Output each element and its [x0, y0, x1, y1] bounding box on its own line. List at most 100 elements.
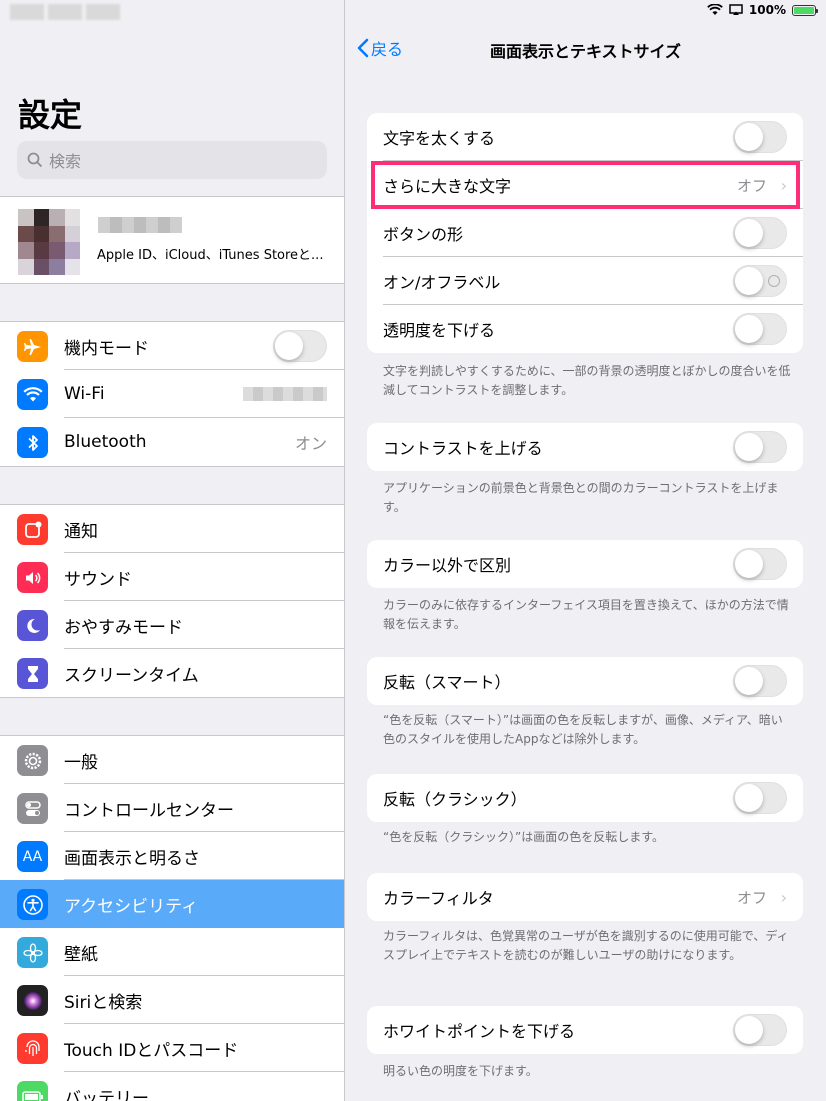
section-classic-invert: 反転（クラシック）	[367, 774, 803, 822]
increase-contrast-toggle[interactable]	[733, 431, 787, 463]
sidebar-item-touch-id-passcode[interactable]: Touch IDとパスコード	[0, 1024, 344, 1072]
sidebar-item-label: おやすみモード	[64, 617, 183, 638]
battery-icon	[792, 4, 818, 16]
fingerprint-icon	[17, 1033, 48, 1064]
bluetooth-icon	[17, 427, 48, 458]
reduce-transparency-row[interactable]: 透明度を下げる	[367, 305, 803, 353]
screen-mirroring-icon	[729, 4, 743, 15]
row-label: 反転（スマート）	[383, 673, 511, 692]
row-label: カラー以外で区別	[383, 556, 512, 575]
sidebar-item-airplane-mode[interactable]: 機内モード	[0, 322, 344, 370]
airplane-icon	[17, 331, 48, 362]
sidebar-item-control-center[interactable]: コントロールセンター	[0, 784, 344, 832]
sidebar-item-display-brightness[interactable]: AA 画面表示と明るさ	[0, 832, 344, 880]
section-smart-invert: 反転（スマート）	[367, 657, 803, 705]
section-footer: 明るい色の明度を下げます。	[383, 1064, 538, 1078]
status-right: 100%	[707, 3, 818, 17]
sidebar-item-label: Touch IDとパスコード	[64, 1040, 239, 1061]
search-input[interactable]: 検索	[17, 141, 327, 179]
section-color-filters: カラーフィルタ オフ ›	[367, 873, 803, 921]
section-footer: 文字を判読しやすくするために、一部の背景の透明度とぼかしの度合いを低減してコント…	[383, 364, 791, 397]
sidebar-item-label: バッテリー	[64, 1088, 149, 1101]
row-label: コントラストを上げる	[383, 439, 543, 458]
search-icon	[27, 152, 43, 168]
sidebar-item-label: Bluetooth	[64, 432, 147, 452]
differentiate-without-color-toggle[interactable]	[733, 548, 787, 580]
bold-text-row[interactable]: 文字を太くする	[367, 113, 803, 161]
page-title: 画面表示とテキストサイズ	[489, 42, 682, 61]
classic-invert-toggle[interactable]	[733, 782, 787, 814]
battery-settings-icon	[17, 1081, 48, 1101]
sidebar-group-notifications: 通知 サウンド おやすみモード スクリーンタイム	[0, 504, 344, 698]
row-label: 反転（クラシック）	[383, 790, 527, 809]
section-footer: アプリケーションの前景色と背景色との間のカラーコントラストを上げます。	[383, 481, 779, 514]
on-off-labels-row[interactable]: オン/オフラベル	[367, 257, 803, 305]
sidebar-item-label: スクリーンタイム	[64, 665, 199, 686]
sidebar-item-general[interactable]: 一般	[0, 736, 344, 784]
row-label: 文字を太くする	[383, 129, 496, 148]
switches-icon	[17, 793, 48, 824]
classic-invert-row[interactable]: 反転（クラシック）	[367, 774, 803, 822]
sidebar-item-sounds[interactable]: サウンド	[0, 553, 344, 601]
reduce-transparency-toggle[interactable]	[733, 313, 787, 345]
sidebar-item-siri-search[interactable]: Siriと検索	[0, 976, 344, 1024]
wifi-status-icon	[707, 4, 723, 15]
sidebar-item-label: 画面表示と明るさ	[64, 848, 200, 869]
increase-contrast-row[interactable]: コントラストを上げる	[367, 423, 803, 471]
sidebar-item-notifications[interactable]: 通知	[0, 505, 344, 553]
airplane-mode-toggle[interactable]	[273, 330, 327, 362]
reduce-white-point-toggle[interactable]	[733, 1014, 787, 1046]
section-contrast: コントラストを上げる	[367, 423, 803, 471]
bluetooth-status: オン	[294, 434, 327, 453]
row-label: ボタンの形	[383, 225, 464, 244]
row-label: さらに大きな文字	[383, 177, 512, 196]
sidebar-item-label: 一般	[64, 752, 98, 773]
sidebar-item-label: 機内モード	[64, 338, 149, 359]
sidebar-item-wallpaper[interactable]: 壁紙	[0, 928, 344, 976]
speaker-icon	[17, 562, 48, 593]
sidebar-item-screen-time[interactable]: スクリーンタイム	[0, 649, 344, 697]
nav-bar: 戻る 画面表示とテキストサイズ	[345, 22, 826, 72]
button-shapes-row[interactable]: ボタンの形	[367, 209, 803, 257]
button-shapes-toggle[interactable]	[733, 217, 787, 249]
smart-invert-toggle[interactable]	[733, 665, 787, 697]
profile-subtitle: Apple ID、iCloud、iTunes Storeと...	[97, 248, 324, 263]
sidebar-item-bluetooth[interactable]: Bluetooth オン	[0, 418, 344, 466]
larger-text-row[interactable]: さらに大きな文字 オフ ›	[367, 161, 803, 209]
settings-sidebar: 設定 検索 Apple ID、iCloud、iTunes Storeと... 機…	[0, 0, 345, 1101]
chevron-right-icon: ›	[780, 887, 787, 907]
moon-icon	[17, 610, 48, 641]
row-label: 透明度を下げる	[383, 321, 496, 340]
sidebar-item-accessibility[interactable]: アクセシビリティ	[0, 880, 344, 928]
sidebar-item-wifi[interactable]: Wi-Fi	[0, 370, 344, 418]
sidebar-item-label: アクセシビリティ	[64, 896, 199, 917]
sidebar-group-general: 一般 コントロールセンター AA 画面表示と明るさ アクセシビリティ 壁紙 Si…	[0, 735, 344, 1101]
row-label: カラーフィルタ	[383, 889, 494, 908]
gear-icon	[17, 745, 48, 776]
sidebar-item-label: Wi-Fi	[64, 384, 105, 404]
flower-icon	[17, 937, 48, 968]
text-size-icon: AA	[17, 841, 48, 872]
sidebar-item-label: Siriと検索	[64, 992, 143, 1013]
differentiate-without-color-row[interactable]: カラー以外で区別	[367, 540, 803, 588]
section-footer: “色を反転（クラシック）”は画面の色を反転します。	[383, 830, 664, 844]
accessibility-icon	[17, 889, 48, 920]
sidebar-item-do-not-disturb[interactable]: おやすみモード	[0, 601, 344, 649]
status-bar: 100%	[0, 0, 826, 22]
on-off-labels-toggle[interactable]	[733, 265, 787, 297]
sidebar-item-label: 通知	[64, 521, 98, 542]
section-differentiate: カラー以外で区別	[367, 540, 803, 588]
avatar	[18, 209, 80, 275]
smart-invert-row[interactable]: 反転（スマート）	[367, 657, 803, 705]
apple-id-profile[interactable]: Apple ID、iCloud、iTunes Storeと...	[0, 196, 344, 284]
sidebar-item-battery[interactable]: バッテリー	[0, 1072, 344, 1101]
section-white-point: ホワイトポイントを下げる	[367, 1006, 803, 1054]
color-filters-row[interactable]: カラーフィルタ オフ ›	[367, 873, 803, 921]
siri-icon	[17, 985, 48, 1016]
detail-pane: 戻る 画面表示とテキストサイズ 文字を太くする さらに大きな文字 オフ › ボタ…	[345, 0, 826, 1101]
sidebar-group-connectivity: 機内モード Wi-Fi Bluetooth オン	[0, 321, 344, 467]
reduce-white-point-row[interactable]: ホワイトポイントを下げる	[367, 1006, 803, 1054]
notification-icon	[17, 514, 48, 545]
bold-text-toggle[interactable]	[733, 121, 787, 153]
status-left-redacted	[10, 4, 120, 20]
